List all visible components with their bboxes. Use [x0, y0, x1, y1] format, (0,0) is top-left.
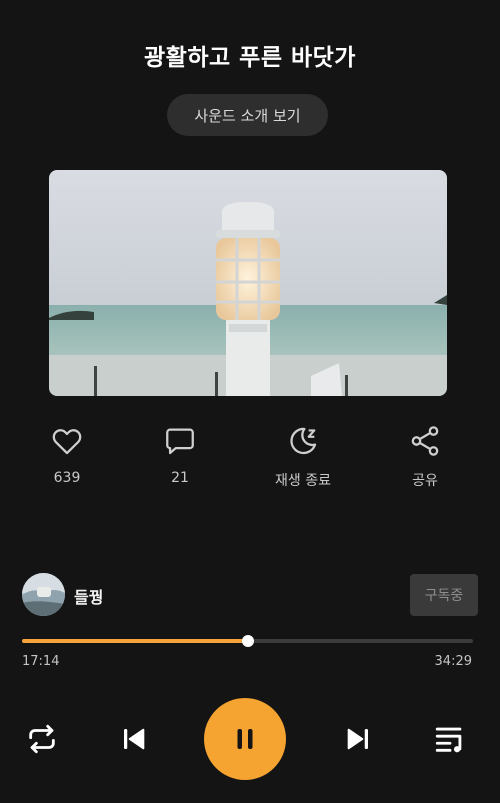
next-icon	[347, 728, 368, 750]
share-action[interactable]: 공유	[380, 424, 470, 490]
sleep-timer-action[interactable]: 재생 종료	[258, 424, 348, 490]
progress-thumb[interactable]	[241, 635, 254, 647]
share-label: 공유	[412, 473, 438, 489]
player-controls	[0, 698, 500, 782]
comment-action[interactable]: 21	[135, 424, 225, 486]
playlist-button[interactable]	[430, 719, 470, 759]
pause-button[interactable]	[204, 698, 286, 780]
heart-icon	[52, 429, 82, 455]
previous-button[interactable]	[114, 719, 154, 759]
like-count: 639	[53, 470, 81, 486]
progress-fill	[22, 639, 248, 643]
video-thumbnail[interactable]	[49, 170, 447, 396]
pause-icon	[237, 729, 253, 749]
playlist-icon	[435, 727, 462, 753]
comment-icon	[166, 428, 194, 455]
total-time: 34:29	[434, 654, 472, 669]
sound-intro-button[interactable]: 사운드 소개 보기	[167, 94, 328, 136]
repeat-button[interactable]	[22, 719, 62, 759]
channel-row: 들꿩 구독중	[22, 573, 478, 617]
moon-sleep-icon	[290, 427, 317, 455]
sleep-timer-label: 재생 종료	[275, 473, 331, 489]
comment-count: 21	[171, 470, 189, 486]
sound-title: 광활하고 푸른 바닷가	[144, 45, 356, 71]
channel-avatar[interactable]	[22, 573, 65, 616]
current-time: 17:14	[22, 654, 60, 669]
channel-name[interactable]: 들꿩	[74, 584, 103, 608]
repeat-icon	[29, 724, 55, 754]
previous-icon	[124, 728, 145, 750]
like-action[interactable]: 639	[22, 424, 112, 486]
action-bar: 639 21 재생 종료 공유	[22, 424, 478, 496]
share-icon	[411, 426, 439, 456]
progress-bar[interactable]	[22, 635, 473, 647]
next-button[interactable]	[338, 719, 378, 759]
subscribe-button[interactable]: 구독중	[410, 574, 478, 616]
